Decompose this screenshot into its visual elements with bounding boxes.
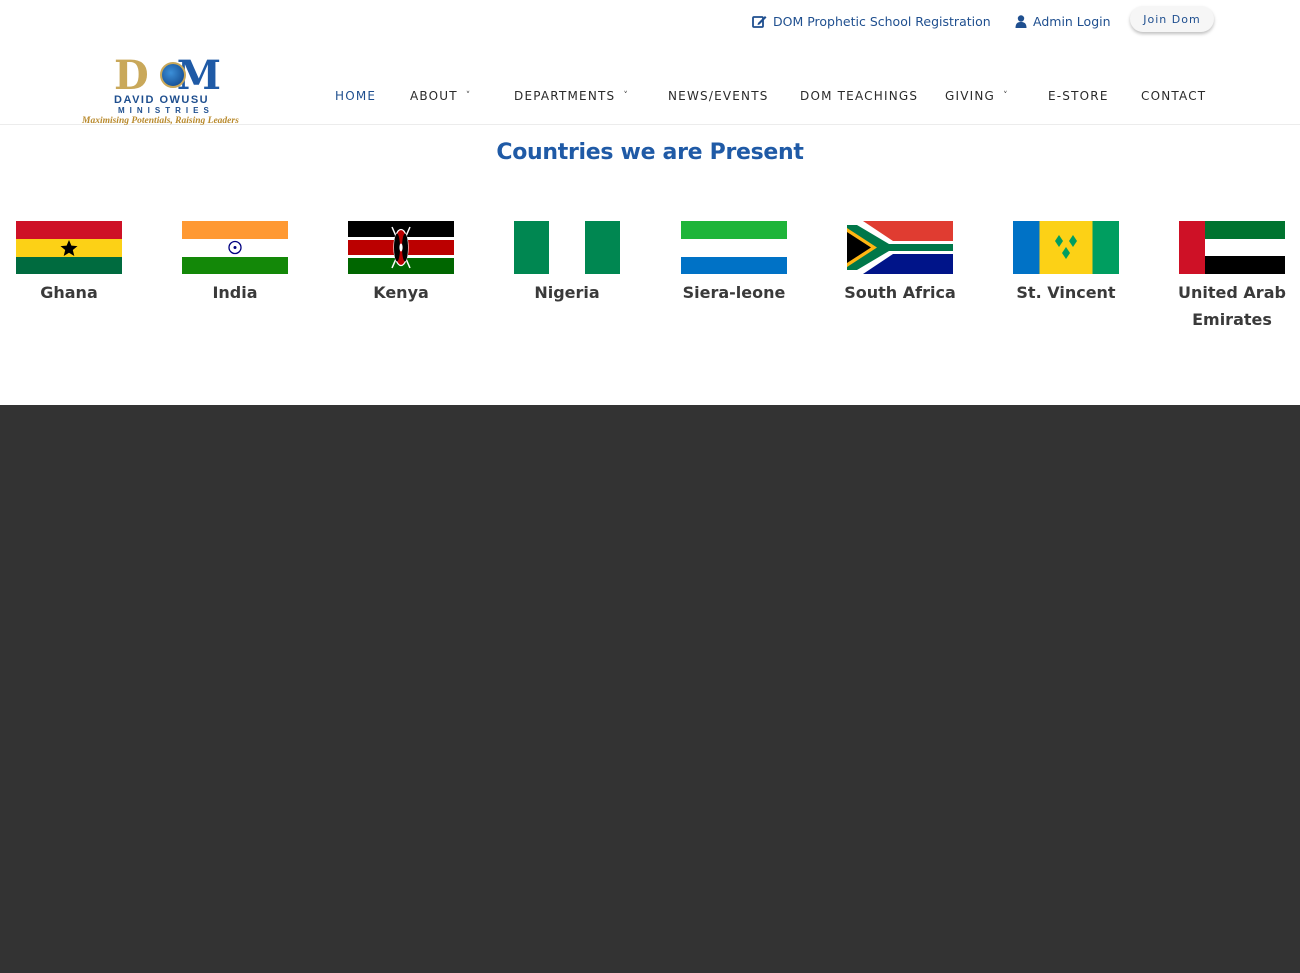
nav-e-store[interactable]: E-STORE <box>1048 89 1109 103</box>
country-south-africa: South Africa <box>830 221 970 306</box>
user-icon <box>1015 15 1027 28</box>
st-vincent-flag-icon <box>1013 221 1119 274</box>
nav-contact[interactable]: CONTACT <box>1141 89 1206 103</box>
edit-icon <box>752 16 767 28</box>
chevron-down-icon: ˅ <box>465 91 472 101</box>
admin-login-label: Admin Login <box>1033 14 1111 29</box>
footer-area <box>0 405 1300 973</box>
top-bar: DOM Prophetic School Registration Admin … <box>0 0 1300 44</box>
logo-name: DAVID OWUSU <box>114 94 210 106</box>
country-name: United Arab Emirates <box>1178 283 1286 329</box>
country-ghana: Ghana <box>0 221 139 306</box>
registration-link[interactable]: DOM Prophetic School Registration <box>752 14 991 29</box>
country-name: Ghana <box>40 283 98 302</box>
logo-subtitle: MINISTRIES <box>118 106 214 115</box>
section-title: Countries we are Present <box>496 140 804 165</box>
chevron-down-icon: ˅ <box>1003 91 1009 101</box>
uae-flag-icon <box>1179 221 1285 274</box>
country-name: South Africa <box>844 283 956 302</box>
admin-login-link[interactable]: Admin Login <box>1015 14 1111 29</box>
site-logo[interactable]: DM DAVID OWUSU MINISTRIES Maximising Pot… <box>80 54 260 128</box>
country-kenya: Kenya <box>331 221 471 306</box>
south-africa-flag-icon <box>847 221 953 274</box>
nav-departments[interactable]: DEPARTMENTS ˅ <box>514 89 629 103</box>
india-flag-icon <box>182 221 288 274</box>
globe-icon <box>160 62 186 88</box>
nav-home[interactable]: HOME <box>335 89 376 103</box>
country-name: Kenya <box>373 283 429 302</box>
country-name: Siera-leone <box>682 283 786 302</box>
kenya-flag-icon <box>348 221 454 274</box>
site-header: DM DAVID OWUSU MINISTRIES Maximising Pot… <box>0 44 1300 128</box>
country-name: St. Vincent <box>1016 283 1116 302</box>
chevron-down-icon: ˅ <box>623 91 630 101</box>
sierra-leone-flag-icon <box>681 221 787 274</box>
nigeria-flag-icon <box>514 221 620 274</box>
logo-tagline: Maximising Potentials, Raising Leaders <box>82 116 239 126</box>
nav-news-events[interactable]: NEWS/EVENTS <box>668 89 769 103</box>
registration-label: DOM Prophetic School Registration <box>773 14 991 29</box>
country-name: India <box>212 283 258 302</box>
ghana-flag-icon <box>16 221 122 274</box>
nav-giving[interactable]: GIVING ˅ <box>945 89 1009 103</box>
country-name: Nigeria <box>534 283 600 302</box>
country-sierra-leone: Siera-leone <box>664 221 804 306</box>
nav-dom-teachings[interactable]: DOM TEACHINGS <box>800 89 918 103</box>
join-dom-button[interactable]: Join Dom <box>1130 6 1214 32</box>
country-nigeria: Nigeria <box>497 221 637 306</box>
country-st-vincent: St. Vincent <box>996 221 1136 306</box>
country-india: India <box>165 221 305 306</box>
country-uae: United Arab Emirates <box>1162 221 1300 333</box>
nav-about[interactable]: ABOUT ˅ <box>410 89 472 103</box>
